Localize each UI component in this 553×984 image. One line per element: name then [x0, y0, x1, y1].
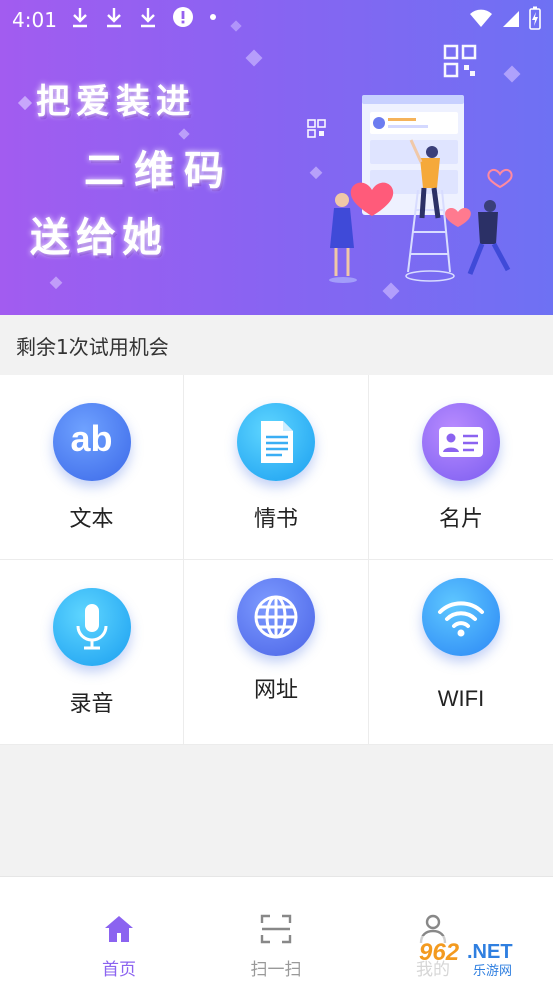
wifi-icon: [422, 578, 500, 656]
grid-item-label: 情书: [253, 507, 298, 532]
microphone-icon: [52, 588, 131, 666]
document-icon: [237, 403, 315, 481]
svg-text:962: 962: [419, 939, 460, 966]
home-icon: [105, 916, 133, 942]
banner[interactable]: 4:01 把爱装进 二维码 送给她: [0, 0, 553, 315]
grid-item-url[interactable]: 网址: [184, 560, 369, 745]
grid-item-wifi[interactable]: WIFI: [369, 560, 553, 745]
tab-home[interactable]: 首页: [69, 913, 169, 980]
grid-item-label: WIFI: [437, 686, 485, 711]
watermark-icon: 962 .NET 乐游网: [413, 936, 545, 979]
feature-grid: ab 文本 情书 名片 录音 网址 WIFI: [0, 375, 553, 745]
tab-scan[interactable]: 扫一扫: [226, 913, 326, 980]
grid-item-text[interactable]: ab 文本: [0, 375, 184, 560]
tab-label: 首页: [102, 960, 136, 980]
trial-remaining-text: 剩余1次试用机会: [0, 315, 553, 375]
grid-item-label: 录音: [69, 692, 114, 717]
grid-item-recording[interactable]: 录音: [0, 560, 184, 745]
illustration: [307, 44, 513, 283]
grid-item-business-card[interactable]: 名片: [369, 375, 553, 560]
tab-label: 扫一扫: [250, 960, 302, 980]
globe-icon: [237, 578, 315, 656]
grid-item-label: 网址: [253, 678, 298, 703]
scan-icon: [260, 914, 292, 944]
grid-item-love-letter[interactable]: 情书: [184, 375, 369, 560]
id-card-icon: [422, 403, 500, 481]
grid-item-label: 文本: [69, 507, 114, 532]
svg-text:乐游网: 乐游网: [473, 964, 512, 979]
grid-item-label: 名片: [438, 507, 483, 532]
svg-text:.NET: .NET: [467, 941, 513, 963]
watermark-logo: 962 .NET 乐游网: [413, 932, 545, 980]
ab-text-icon: ab: [52, 403, 131, 481]
